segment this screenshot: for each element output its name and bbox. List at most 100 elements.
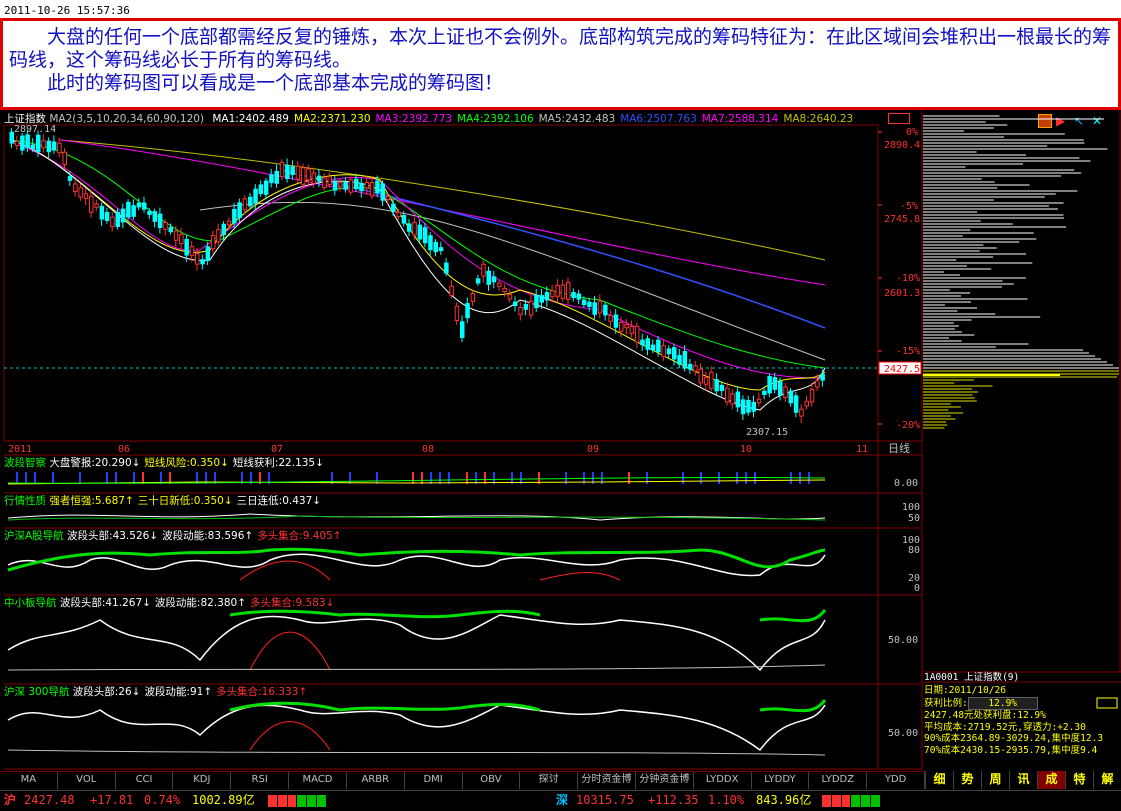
candle xyxy=(470,293,476,302)
indicator-value: 多头集合:16.333↑ xyxy=(216,686,308,698)
candle xyxy=(83,193,89,199)
x-tick: 08 xyxy=(422,444,434,455)
candle xyxy=(343,181,348,190)
candle xyxy=(173,230,179,241)
indicator-value: 三十日新低:0.350↓ xyxy=(137,495,233,507)
tab-分时资金博[interactable]: 分时资金博 xyxy=(578,772,636,789)
candle xyxy=(14,140,20,146)
indicator-value: 多头集合:9.583↓ xyxy=(250,597,335,609)
side-tab[interactable]: 特 xyxy=(1065,771,1093,789)
candle xyxy=(36,134,41,153)
tab-分钟资金博[interactable]: 分钟资金博 xyxy=(636,772,694,789)
profit-value[interactable]: 12.9% xyxy=(967,696,1038,710)
candle xyxy=(449,285,454,296)
indicator-value: 波段头部:26↓ xyxy=(72,686,141,698)
candle xyxy=(89,195,94,213)
candle xyxy=(592,302,597,315)
candle xyxy=(608,315,613,322)
candle xyxy=(200,259,205,265)
candle xyxy=(46,140,52,153)
sh-amount: 1002.89亿 xyxy=(192,793,255,807)
chip-profit-row: 获利比例: 12.9% xyxy=(924,696,1120,710)
candle xyxy=(571,292,576,299)
candle xyxy=(767,376,772,394)
y-tick: -5% xyxy=(900,201,918,212)
x-tick: 10 xyxy=(740,444,752,455)
candle xyxy=(539,295,544,303)
side-tab[interactable]: 成 xyxy=(1037,771,1065,789)
y-tick: -20% xyxy=(896,420,920,431)
candle xyxy=(205,246,211,261)
tab-探讨[interactable]: 探讨 xyxy=(520,772,579,789)
candle xyxy=(120,208,126,223)
candle xyxy=(809,388,815,403)
chip-line: 70%成本2430.15-2935.79,集中度9.4 xyxy=(924,744,1098,756)
candle xyxy=(274,170,279,184)
candle xyxy=(719,384,725,392)
sh-change: +17.81 xyxy=(90,793,134,807)
candle xyxy=(756,398,762,404)
side-tab[interactable]: 细 xyxy=(925,771,953,789)
candle xyxy=(385,195,391,201)
side-tab[interactable]: 解 xyxy=(1093,771,1121,789)
ind2-title: 行情性质 xyxy=(4,495,46,507)
tab-dmi[interactable]: DMI xyxy=(405,772,463,789)
side-tab[interactable]: 讯 xyxy=(1009,771,1037,789)
y-tick: 2745.8 xyxy=(884,214,920,225)
ind4-title: 中小板导航 xyxy=(4,597,57,609)
candle xyxy=(730,393,735,405)
tab-ma[interactable]: MA xyxy=(0,772,58,789)
candle xyxy=(460,321,465,338)
tab-lyddy[interactable]: LYDDY xyxy=(752,772,810,789)
ind5-title: 沪深 300导航 xyxy=(4,686,70,698)
x-tick: 09 xyxy=(587,444,599,455)
candle xyxy=(603,304,608,316)
candle xyxy=(20,135,25,151)
tab-cci[interactable]: CCI xyxy=(116,772,174,789)
tab-arbr[interactable]: ARBR xyxy=(347,772,405,789)
candle xyxy=(481,263,486,277)
candle xyxy=(677,355,682,365)
chip-code: 1A0001 xyxy=(924,672,959,683)
candle xyxy=(396,211,401,218)
candle xyxy=(210,235,216,250)
chip-line: 90%成本2364.89-3029.24,集中度12.3 xyxy=(924,733,1104,744)
ind2-axis: 100 xyxy=(902,502,920,513)
side-tab[interactable]: 势 xyxy=(953,771,981,789)
ind2-axis: 50 xyxy=(908,513,920,524)
ind3-title: 沪深A股导航 xyxy=(4,530,64,542)
ind4-line-white xyxy=(7,614,826,672)
sz-label: 深 xyxy=(556,793,569,807)
candle xyxy=(513,301,518,307)
candle xyxy=(327,176,332,185)
candle xyxy=(645,338,650,350)
candle xyxy=(126,201,131,218)
candle xyxy=(544,292,550,301)
candle xyxy=(73,183,78,193)
timestamp: 2011-10-26 15:57:36 xyxy=(0,0,1121,18)
tab-lyddz[interactable]: LYDDZ xyxy=(809,772,868,789)
tab-obv[interactable]: OBV xyxy=(463,772,521,789)
tab-lyddx[interactable]: LYDDX xyxy=(694,772,752,789)
candle xyxy=(9,131,14,144)
side-tab[interactable]: 周 xyxy=(981,771,1009,789)
candle xyxy=(168,227,173,233)
side-tabs: 细势周讯成特解 xyxy=(925,771,1121,789)
y-axis: 0% 2890.4 -5% 2745.8 -10% 2601.3 -15% -2… xyxy=(884,127,920,431)
candle xyxy=(179,234,184,244)
candle xyxy=(375,180,380,194)
tab-kdj[interactable]: KDJ xyxy=(173,772,232,789)
chip-distribution xyxy=(923,115,1119,429)
tab-rsi[interactable]: RSI xyxy=(231,772,290,789)
tab-macd[interactable]: MACD xyxy=(289,772,347,789)
candle xyxy=(534,294,539,309)
tab-vol[interactable]: VOL xyxy=(58,772,116,789)
sh-strength-bar xyxy=(268,795,326,807)
candle xyxy=(311,172,317,184)
candle xyxy=(136,202,142,208)
indicator-value: 波段头部:41.267↓ xyxy=(59,597,151,609)
ind3-titlebar: 沪深A股导航 波段头部:43.526↓ 波段动能:83.596↑ 多头集合:9.40… xyxy=(4,529,874,544)
indicator-value: 三日连低:0.437↓ xyxy=(236,495,322,507)
tab-ydd[interactable]: YDD xyxy=(867,772,925,789)
candle xyxy=(51,141,57,151)
